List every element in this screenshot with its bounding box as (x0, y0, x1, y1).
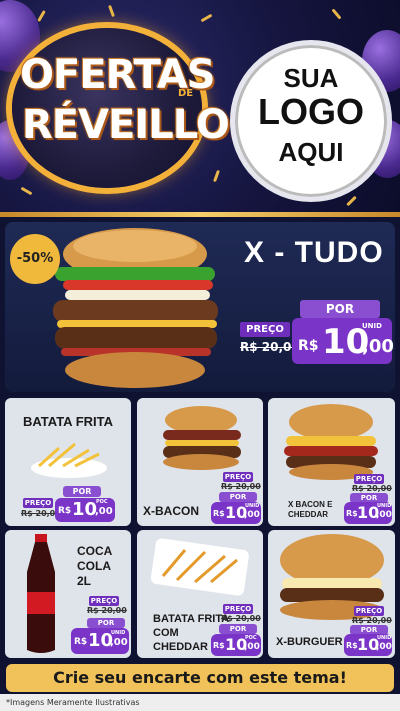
price-unit: UNID (245, 503, 260, 509)
price-decimal: ,00 (110, 637, 128, 648)
price-decimal: ,00 (244, 642, 260, 652)
price-decimal: ,00 (95, 506, 113, 517)
fries-cheddar-image (150, 538, 249, 596)
preco-label: PREÇO (354, 474, 384, 484)
title-reveillon: RÉVEILLON (22, 102, 262, 148)
price-box: R$ 10 ,00 UNID (211, 502, 261, 524)
currency: R$ (58, 506, 72, 516)
product-card-coca-cola[interactable]: COCA COLA 2L PREÇO R$ 20,00 POR R$ 10 ,0… (5, 530, 131, 658)
soda-bottle-image (27, 534, 55, 653)
preco-label: PREÇO (354, 606, 384, 616)
price-box: R$ 10 ,00 POC (55, 498, 115, 522)
title-de: DE (178, 88, 194, 99)
price-decimal: ,00 (244, 510, 260, 520)
price-unit: POC (245, 635, 257, 641)
currency: R$ (298, 338, 319, 354)
preco-label: PREÇO (89, 596, 119, 606)
preco-label: PREÇO (223, 604, 253, 614)
price-decimal: ,00 (376, 642, 392, 652)
price-unit: POC (96, 499, 108, 505)
confetti-decoration (331, 8, 342, 20)
por-label: POR (300, 300, 380, 318)
old-price: R$ 20,00 (352, 616, 392, 625)
logo-placeholder[interactable]: SUA LOGO AQUI (230, 40, 392, 202)
product-name: X BACON E CHEDDAR (288, 500, 333, 519)
price-box: R$ 10 ,00 POC (211, 634, 261, 656)
price-box: R$ 10 ,00 UNID (344, 634, 392, 656)
product-card-x-bacon-cheddar[interactable]: X BACON E CHEDDAR PREÇO R$ 20,00 POR R$ … (268, 398, 395, 526)
product-card-batata-frita[interactable]: BATATA FRITA POR PREÇO R$ 20,00 R$ 10 ,0… (5, 398, 131, 526)
price-decimal: ,00 (376, 510, 392, 520)
price-box: R$ 10 ,00 UNID (344, 502, 392, 524)
por-label: POR (219, 492, 257, 502)
product-card-batata-cheddar[interactable]: BATATA FRITA COM CHEDDAR PREÇO R$ 20,00 … (137, 530, 263, 658)
gold-divider (0, 212, 400, 217)
preco-label: PREÇO (240, 322, 290, 337)
cta-button[interactable]: Crie seu encarte com este tema! (6, 664, 394, 692)
currency: R$ (346, 509, 358, 518)
burger-image (284, 404, 378, 480)
confetti-decoration (346, 195, 357, 207)
logo-text-logo: LOGO (258, 91, 364, 132)
price-decimal: ,00 (362, 336, 394, 357)
confetti-decoration (108, 4, 115, 18)
currency: R$ (213, 509, 225, 518)
confetti-decoration (213, 169, 220, 183)
price-integer: 10 (72, 499, 98, 520)
old-price: R$ 20,00 (352, 484, 392, 493)
price-unit: UNID (377, 635, 392, 641)
logo-text-sua: SUA (283, 63, 339, 93)
price-unit: UNID (377, 503, 392, 509)
product-card-x-burguer[interactable]: X-BURGUER PREÇO R$ 20,00 POR R$ 10 ,00 U… (268, 530, 395, 658)
product-name: BATATA FRITA (23, 414, 114, 429)
preco-label: PREÇO (23, 498, 53, 508)
price-box: R$ 10 ,00 UNID (71, 628, 129, 654)
old-price: R$ 20,00 (221, 614, 261, 623)
burger-image (53, 228, 218, 388)
currency: R$ (74, 637, 88, 647)
confetti-decoration (200, 13, 213, 23)
confetti-decoration (37, 10, 46, 22)
currency: R$ (346, 641, 358, 650)
product-name: X-BACON (143, 504, 199, 518)
por-label: POR (63, 486, 101, 497)
logo-text-aqui: AQUI (278, 137, 344, 167)
product-card-x-bacon[interactable]: X-BACON PREÇO R$ 20,00 POR R$ 10 ,00 UNI… (137, 398, 263, 526)
confetti-decoration (20, 186, 33, 196)
header-banner: OFERTAS DE RÉVEILLON SUA LOGO AQUI (0, 0, 400, 215)
product-name: X-BURGUER (276, 636, 343, 648)
old-price: R$ 20,00 (221, 482, 261, 491)
old-price: R$ 20,00 (87, 606, 127, 615)
product-name: COCA COLA 2L (77, 544, 112, 588)
featured-product-name: X - TUDO (244, 236, 384, 269)
currency: R$ (213, 641, 225, 650)
featured-price-box: R$ 10 ,00 UNID (292, 318, 394, 364)
discount-badge: -50% (10, 234, 60, 284)
preco-label: PREÇO (223, 472, 253, 482)
price-unit: UNID (111, 630, 126, 636)
por-label: POR (87, 618, 125, 628)
burger-image (163, 406, 241, 470)
por-label: POR (219, 624, 257, 634)
disclaimer-note: *Imagens Meramente Ilustrativas (0, 694, 400, 711)
price-unit: UNID (362, 322, 382, 330)
old-price: R$ 20,00 (240, 340, 300, 354)
fries-image (31, 442, 107, 478)
